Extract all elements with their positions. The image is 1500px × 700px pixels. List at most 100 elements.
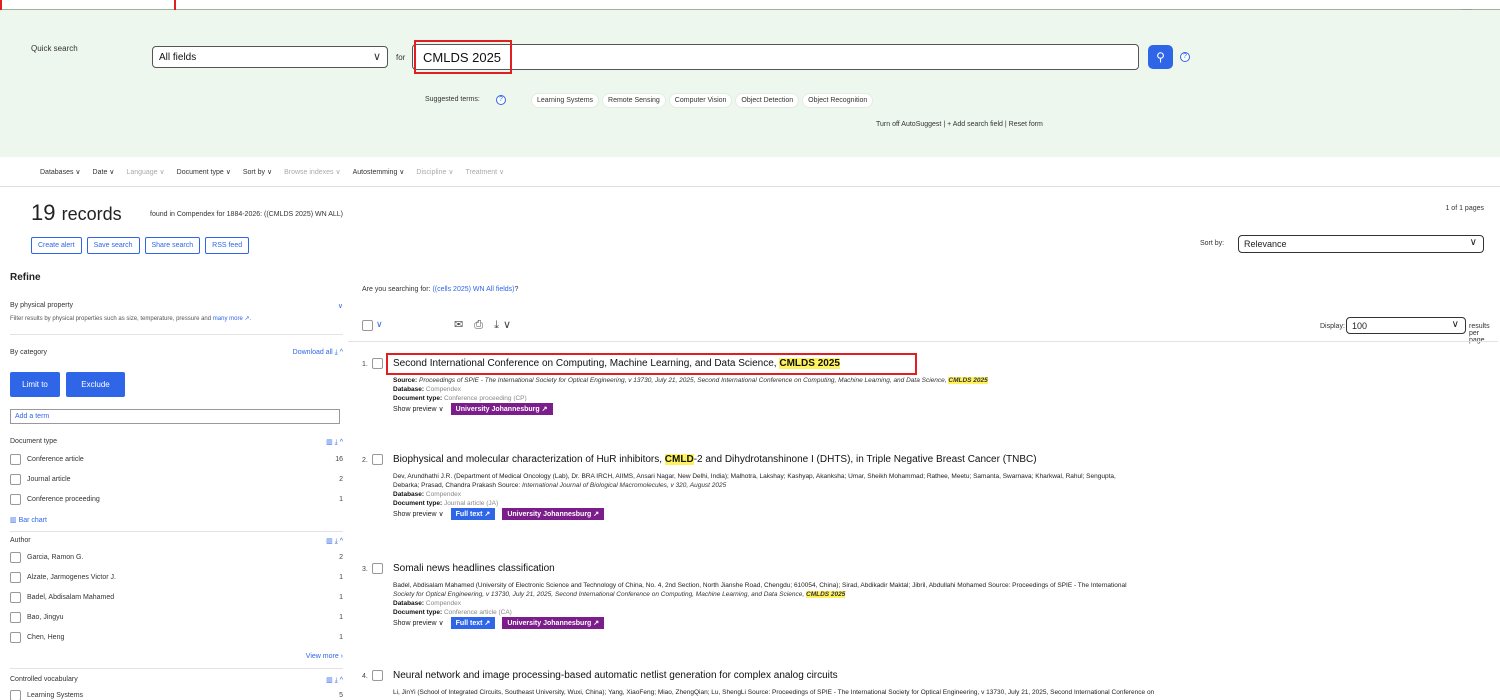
exclude-button[interactable]: Exclude xyxy=(66,372,125,397)
record-title-link[interactable]: Somali news headlines classification xyxy=(393,563,555,574)
suggested-term-chip[interactable]: Object Recognition xyxy=(802,93,874,108)
search-button[interactable]: ⚲ xyxy=(1148,45,1173,69)
bar-chart-icon: ▥ xyxy=(10,517,19,524)
sort-by-label: Sort by: xyxy=(1200,240,1225,247)
checkbox[interactable] xyxy=(10,592,21,603)
pagination-text: 1 of 1 pages xyxy=(1445,205,1484,212)
record-title-link[interactable]: Neural network and image processing-base… xyxy=(393,670,838,681)
records-count: 19 records xyxy=(31,200,122,225)
physical-property-header[interactable]: By physical property ∨ xyxy=(10,302,343,310)
record-source: Society for Optical Engineering, v 13730… xyxy=(393,591,846,598)
select-all-checkbox[interactable] xyxy=(362,320,373,331)
refine-sidebar: Refine By physical property ∨ Filter res… xyxy=(10,272,343,700)
filter-autostemming[interactable]: Autostemming ∨ xyxy=(353,168,405,176)
record-doctype: Document type: Conference proceeding (CP… xyxy=(393,395,527,402)
filter-document-type[interactable]: Document type ∨ xyxy=(177,168,231,176)
chevron-down-icon: ∨ xyxy=(1451,319,1459,330)
library-link[interactable]: University Johannesburg ↗ xyxy=(502,617,605,629)
autosuggest-links[interactable]: Turn off AutoSuggest | + Add search fiel… xyxy=(876,121,1043,128)
document-type-header[interactable]: Document type ▥ ⤓ ^ xyxy=(10,438,343,447)
sort-by-select[interactable]: Relevance ∨ xyxy=(1238,235,1484,253)
record-database: Database: Compendex xyxy=(393,600,461,607)
bar-chart-link[interactable]: ▥ Bar chart xyxy=(10,516,47,524)
library-link[interactable]: University Johannesburg ↗ xyxy=(450,403,553,415)
search-field-value: All fields xyxy=(159,52,197,63)
checkbox[interactable] xyxy=(10,454,21,465)
display-select[interactable]: 100 ∨ xyxy=(1346,317,1466,334)
show-preview-toggle[interactable]: Show preview ∨ xyxy=(393,619,444,627)
checkbox[interactable] xyxy=(10,612,21,623)
chevron-down-icon: ∨ xyxy=(372,51,381,63)
record-source: Source: Proceedings of SPIE - The Intern… xyxy=(393,377,988,384)
checkbox[interactable] xyxy=(10,572,21,583)
checkbox[interactable] xyxy=(10,690,21,700)
record-checkbox[interactable] xyxy=(372,358,383,369)
facet-item[interactable]: Journal article 2 xyxy=(10,474,343,488)
suggested-terms-label: Suggested terms: xyxy=(425,96,480,103)
quick-search-label: Quick search xyxy=(31,44,78,53)
did-you-mean-link[interactable]: ((cells 2025) WN All fields) xyxy=(432,286,514,293)
facet-item[interactable]: Conference article 16 xyxy=(10,454,343,468)
filter-browse-indexes[interactable]: Browse indexes ∨ xyxy=(284,168,341,176)
results-toolbar: ∨ ✉ ⎙ ⤓∨ Display: 100 ∨ results per page xyxy=(362,317,1492,344)
checkbox[interactable] xyxy=(10,552,21,563)
facet-item[interactable]: Badel, Abdisalam Mahamed 1 xyxy=(10,592,343,606)
filter-language[interactable]: Language ∨ xyxy=(126,168,164,176)
show-preview-toggle[interactable]: Show preview ∨ xyxy=(393,510,444,518)
divider xyxy=(348,341,1498,342)
facet-item[interactable]: Garcia, Ramon G. 2 xyxy=(10,552,343,566)
help-icon[interactable]: ? xyxy=(1180,52,1190,62)
facet-item[interactable]: Bao, Jingyu 1 xyxy=(10,612,343,626)
filter-sort-by[interactable]: Sort by ∨ xyxy=(243,168,272,176)
suggested-term-chip[interactable]: Remote Sensing xyxy=(602,93,666,108)
email-print-download-icons[interactable]: ✉ ⎙ ⤓∨ xyxy=(454,318,515,332)
checkbox[interactable] xyxy=(10,474,21,485)
author-header[interactable]: Author ▥ ⤓ ^ xyxy=(10,537,343,546)
chevron-down-icon[interactable]: ∨ xyxy=(338,302,343,310)
chevron-down-icon[interactable]: ∨ xyxy=(376,319,383,330)
filter-date[interactable]: Date ∨ xyxy=(93,168,115,176)
create-alert-button[interactable]: Create alert xyxy=(31,237,82,254)
library-link[interactable]: University Johannesburg ↗ xyxy=(502,508,605,520)
full-text-link[interactable]: Full text ↗ xyxy=(450,508,496,520)
show-preview-toggle[interactable]: Show preview ∨ xyxy=(393,405,444,413)
save-search-button[interactable]: Save search xyxy=(86,237,140,254)
record-title-link[interactable]: Biophysical and molecular characterizati… xyxy=(393,454,1037,465)
record-checkbox[interactable] xyxy=(372,670,383,681)
view-more-link[interactable]: View more › xyxy=(306,653,343,660)
filter-treatment[interactable]: Treatment ∨ xyxy=(465,168,504,176)
facet-item[interactable]: Chen, Heng 1 xyxy=(10,632,343,646)
download-all-link[interactable]: Download all ⤓ ^ xyxy=(293,349,343,357)
record-doctype: Document type: Journal article (JA) xyxy=(393,500,499,507)
filter-databases[interactable]: Databases ∨ xyxy=(40,168,81,176)
checkbox[interactable] xyxy=(10,632,21,643)
search-input[interactable]: CMLDS 2025 xyxy=(412,44,1139,70)
facet-tools-icon[interactable]: ▥ ⤓ ^ xyxy=(326,438,343,447)
checkbox[interactable] xyxy=(10,494,21,505)
limit-to-button[interactable]: Limit to xyxy=(10,372,60,397)
rss-feed-button[interactable]: RSS feed xyxy=(205,237,250,254)
record-authors: Dev, Arundhathi J.R. (Department of Medi… xyxy=(393,473,1116,480)
full-text-link[interactable]: Full text ↗ xyxy=(450,617,496,629)
record-actions: Show preview ∨ Full text ↗ University Jo… xyxy=(393,617,605,629)
top-strip xyxy=(0,0,1500,10)
facet-tools-icon[interactable]: ▥ ⤓ ^ xyxy=(326,676,343,685)
search-field-select[interactable]: All fields ∨ xyxy=(152,46,388,68)
facet-item[interactable]: Conference proceeding 1 xyxy=(10,494,343,508)
suggested-term-chip[interactable]: Learning Systems xyxy=(531,93,600,108)
record-checkbox[interactable] xyxy=(372,563,383,574)
add-term-input[interactable]: Add a term xyxy=(10,409,340,424)
facet-item[interactable]: Alzate, Jarmogenes Victor J. 1 xyxy=(10,572,343,586)
share-search-button[interactable]: Share search xyxy=(144,237,201,254)
facet-item[interactable]: Learning Systems 5 xyxy=(10,690,343,700)
help-icon[interactable]: ? xyxy=(496,95,506,105)
suggested-term-chip[interactable]: Computer Vision xyxy=(668,93,733,108)
display-label: Display: xyxy=(1320,323,1345,330)
controlled-vocabulary-header[interactable]: Controlled vocabulary ▥ ⤓ ^ xyxy=(10,676,343,685)
record-checkbox[interactable] xyxy=(372,454,383,465)
record-authors: Li, JinYi (School of Integrated Circuits… xyxy=(393,689,1155,696)
suggested-term-chip[interactable]: Object Detection xyxy=(735,93,800,108)
filter-discipline[interactable]: Discipline ∨ xyxy=(416,168,453,176)
facet-tools-icon[interactable]: ▥ ⤓ ^ xyxy=(326,537,343,546)
many-more-link[interactable]: many more ↗. xyxy=(213,316,251,322)
